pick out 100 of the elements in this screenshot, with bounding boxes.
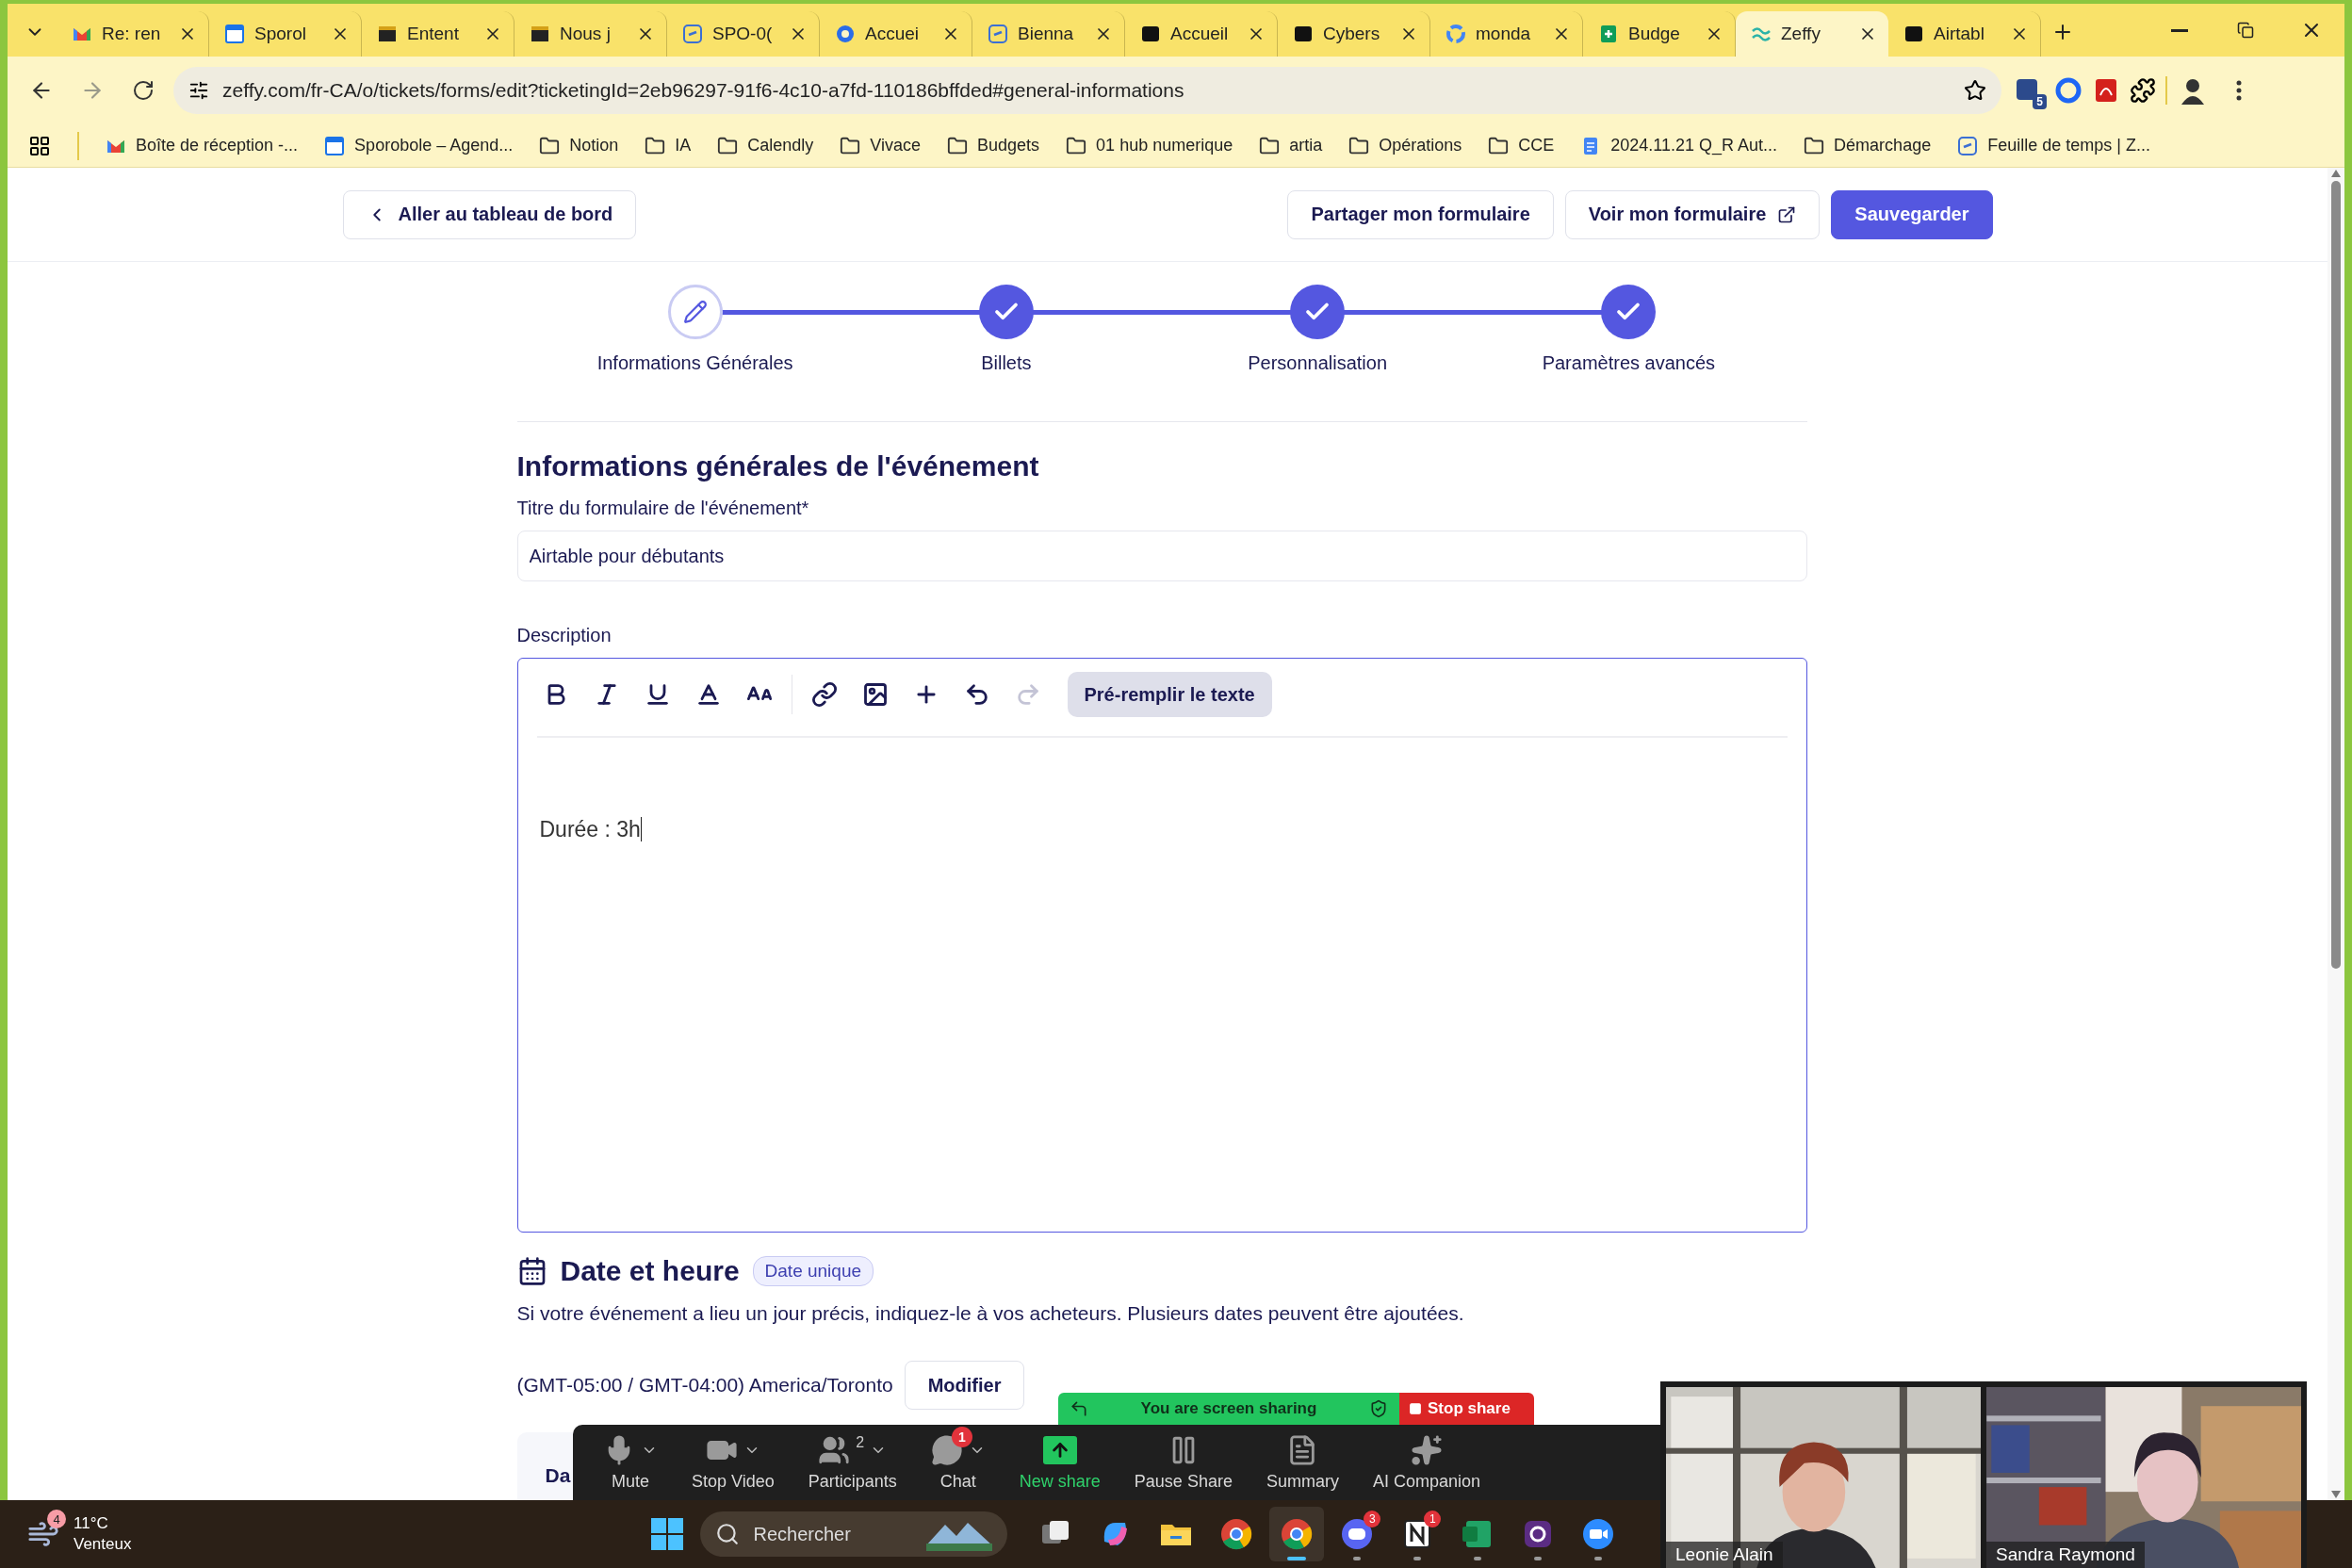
share-form-button[interactable]: Partager mon formulaire [1287,189,1554,239]
bookmark[interactable]: Opérations [1348,135,1462,156]
sparkle-icon [1410,1433,1443,1466]
taskbar-app[interactable] [1269,1507,1325,1561]
step-label[interactable]: Informations Générales [596,352,793,374]
notification-badge: 5 [2033,94,2047,109]
folder-icon [947,135,969,156]
sharing-banner: You are screen sharing [1058,1393,1399,1425]
step-label[interactable]: Billets [981,352,1032,374]
stop-share-button[interactable]: Stop share [1399,1393,1534,1425]
meeting-control[interactable]: Pause Share [1117,1427,1250,1498]
link-icon [988,24,1008,44]
link-icon [810,681,838,708]
browser-tab[interactable]: Zeffy [1736,11,1888,57]
square-icon [1140,24,1161,44]
circle-icon[interactable] [2054,76,2082,105]
folder-icon [840,135,861,156]
link-icon [1957,135,1979,156]
folder-icon [717,135,739,156]
section-title: Date et heure [560,1255,740,1287]
windows-logo-icon [650,1517,685,1551]
circle-icon [835,24,856,44]
menu-icon [2236,80,2242,101]
field-label: Description [516,625,612,646]
meeting-control[interactable]: New share [1002,1427,1118,1498]
folder-icon [1348,135,1370,156]
meeting-control[interactable]: 1 Chat [913,1427,1003,1498]
extension-button[interactable]: 5 [2011,74,2045,107]
modify-button[interactable]: Modifier [904,1361,1025,1410]
bookmark[interactable]: Vivace [840,135,922,156]
bookmark[interactable]: 2024.11.21 Q_R Aut... [1580,135,1778,156]
extensions-icon[interactable] [2130,77,2156,104]
shield-icon [1369,1399,1388,1418]
dashboard-button[interactable]: Aller au tableau de bord [342,189,637,239]
date-type-badge: Date unique [752,1256,874,1286]
bookmark[interactable]: Notion [539,135,619,156]
bookmark[interactable]: Boîte de réception -... [106,135,299,156]
address-bar[interactable]: zeffy.com/fr-CA/o/tickets/forms/edit?ticketingId=2eb96297-91f6-4c10-a7fd-110186bffded#general-informations [173,67,2001,114]
circle-icon [1446,24,1466,44]
section-title: Informations générales de l'événement [516,450,1040,482]
folder-icon [1804,135,1825,156]
taskbar-app[interactable]: 1 [1390,1507,1446,1561]
notification-badge: 4 [47,1510,66,1528]
step-label[interactable]: Personnalisation [1248,352,1388,374]
step-label[interactable]: Paramètres avancés [1542,352,1716,374]
meeting-control[interactable]: 2 Participants [791,1427,914,1498]
taskbar-app[interactable]: 3 [1330,1507,1385,1561]
folder-icon [645,135,666,156]
scrollbar[interactable] [2328,168,2344,1500]
description-editor[interactable]: Pré-remplir le texte Durée : 3h [516,658,1807,1233]
folder-icon [1066,135,1087,156]
image-icon [861,681,889,708]
bookmark[interactable]: Budgets [947,135,1040,156]
bookmark[interactable]: 01 hub numerique [1066,135,1233,156]
search-field[interactable]: Rechercher [700,1511,1008,1557]
apps-icon[interactable] [28,134,51,157]
meeting-control[interactable]: Stop Video [675,1427,792,1498]
participant-name: Leonie Alain [1666,1542,1783,1568]
bookmark[interactable]: CCE [1488,135,1555,156]
prefill-button[interactable]: Pré-remplir le texte [1067,672,1272,717]
view-form-button[interactable]: Voir mon formulaire [1564,189,1821,239]
save-button[interactable]: Sauvegarder [1831,189,1993,239]
panel-title: Da [545,1464,571,1486]
bookmark[interactable]: Démarchage [1804,135,1932,156]
bookmark[interactable]: Sporobole – Agend... [324,135,514,156]
spreadsheet-icon [1598,24,1619,44]
square-icon [1293,24,1314,44]
bookmark-star-icon[interactable] [1964,79,1986,102]
meeting-control[interactable]: AI Companion [1355,1427,1497,1498]
stop-icon [1409,1402,1422,1415]
external-link-icon [1777,204,1797,224]
folder-icon [539,135,561,156]
help-text: Si votre événement a lieu un jour précis, indiquez-le à vos acheteurs. Plusieurs dates peuvent être ajoutées. [516,1302,1465,1325]
participant-count: 2 [856,1433,865,1451]
field-label: Titre du formulaire de l'événement* [516,498,810,519]
meeting-control[interactable]: Mute [586,1427,675,1498]
bookmark[interactable]: Calendly [717,135,814,156]
bookmark[interactable]: IA [645,135,692,156]
square-icon [1903,24,1924,44]
notification-badge: 1 [951,1426,972,1447]
film-icon [530,24,550,44]
title-input[interactable]: Airtable pour débutants [516,531,1807,581]
site-settings-icon[interactable] [188,80,209,101]
arrow-icon[interactable] [1070,1399,1088,1418]
folder-icon [1488,135,1510,156]
link-icon [682,24,703,44]
notification-badge: 3 [1364,1511,1381,1527]
search-icon [715,1522,741,1546]
pencil-icon [682,300,708,324]
bookmark[interactable]: Feuille de temps | Z... [1957,135,2150,156]
meeting-control[interactable]: Summary [1249,1427,1356,1498]
calendar-icon [224,24,245,44]
bookmark[interactable]: artia [1259,135,1323,156]
participant-name: Sandra Raymond [1986,1542,2145,1568]
restore-icon [2237,22,2254,39]
minimize-icon [2171,28,2188,32]
film-icon [377,24,398,44]
temperature-text: 11°C [74,1513,109,1534]
folder-icon [1259,135,1281,156]
notification-badge: 1 [1424,1511,1442,1527]
